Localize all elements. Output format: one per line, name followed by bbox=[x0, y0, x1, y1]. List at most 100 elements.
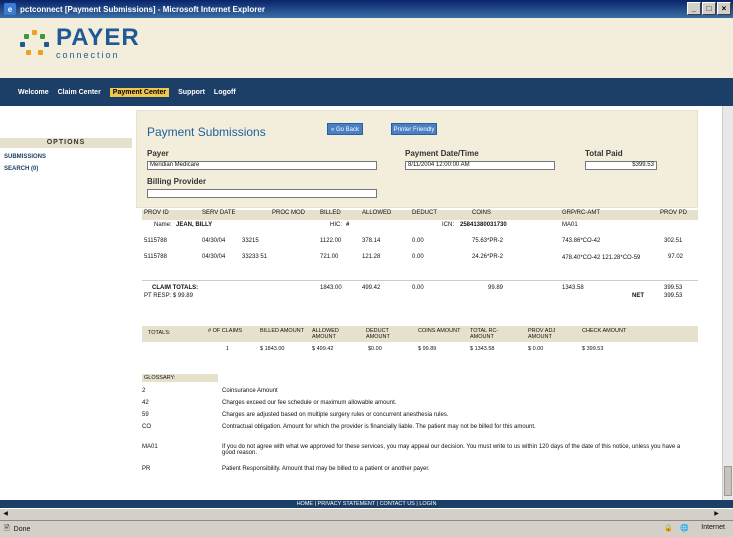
scroll-thumb[interactable] bbox=[724, 466, 732, 496]
page-done-icon: 🖹 bbox=[4, 524, 10, 532]
claims-table-header: PROV ID SERV DATE PROC MOD BILLED ALLOWE… bbox=[142, 210, 698, 220]
scroll-left-arrow-icon[interactable]: ◀ bbox=[1, 510, 10, 519]
col-check-amount: CHECK AMOUNT bbox=[582, 328, 627, 334]
icn-value: 25841380031730 bbox=[460, 222, 507, 228]
nav-welcome[interactable]: Welcome bbox=[18, 89, 49, 96]
logo-wordmark: PAYER bbox=[56, 24, 140, 51]
totals-deduct: $0.00 bbox=[368, 346, 382, 352]
claim-totals-prov-pd: 399.53 bbox=[664, 285, 683, 291]
ma-code: MA01 bbox=[562, 222, 578, 228]
cell-deduct: 0.00 bbox=[412, 238, 424, 244]
totals-table: TOTALS: # OF CLAIMS BILLED AMOUNT ALLOWE… bbox=[142, 326, 698, 360]
maximize-button[interactable]: □ bbox=[702, 2, 716, 15]
payer-field[interactable]: Meridian Medicare bbox=[147, 161, 377, 170]
payer-label: Payer bbox=[147, 149, 169, 158]
totals-num-claims: 1 bbox=[226, 346, 230, 352]
col-coins: COINS bbox=[472, 210, 492, 216]
payment-datetime-field[interactable]: 8/11/2004 12:00:00 AM bbox=[405, 161, 555, 170]
claim-totals-grp: 1343.58 bbox=[562, 285, 584, 291]
globe-icon: 🌐 bbox=[680, 525, 689, 532]
cell-grp-rc-amt: 743.86*CO-42 bbox=[562, 238, 601, 244]
col-num-claims: # OF CLAIMS bbox=[208, 328, 243, 334]
cell-coins: 24.26*PR-2 bbox=[472, 254, 504, 260]
scroll-right-arrow-icon[interactable]: ▶ bbox=[712, 510, 721, 519]
col-grp-rc-amt: GRP/RC-AMT bbox=[562, 210, 600, 216]
site-footer[interactable]: HOME | PRIVACY STATEMENT | CONTACT US | … bbox=[0, 500, 733, 508]
totals-total-rc: $ 1343.58 bbox=[470, 346, 495, 352]
nav-claim-center[interactable]: Claim Center bbox=[58, 89, 101, 96]
col-billed-amount: BILLED AMOUNT bbox=[260, 328, 305, 334]
cell-allowed: 378.14 bbox=[362, 238, 381, 244]
cell-allowed: 121.28 bbox=[362, 254, 381, 260]
name-label: Name: bbox=[154, 222, 172, 228]
claim-totals-row: CLAIM TOTALS: 1843.00 499.42 0.00 99.89 … bbox=[142, 280, 698, 303]
submission-header-panel: Payment Submissions « Go Back Printer Fr… bbox=[136, 110, 698, 208]
cell-prov-id: 5115788 bbox=[144, 254, 167, 260]
col-allowed-amount: ALLOWED AMOUNT bbox=[312, 328, 339, 340]
cell-proc-mod: 33215 bbox=[242, 238, 259, 244]
hic-label: HIC: bbox=[330, 222, 342, 228]
totals-coins: $ 99.89 bbox=[418, 346, 437, 352]
claim-totals-label: CLAIM TOTALS: bbox=[152, 285, 199, 291]
patient-name: JEAN, BILLY bbox=[176, 222, 213, 228]
totals-table-header: TOTALS: # OF CLAIMS BILLED AMOUNT ALLOWE… bbox=[142, 326, 698, 342]
main-nav: Welcome Claim Center Payment Center Supp… bbox=[0, 78, 733, 106]
cell-prov-pd: 97.02 bbox=[668, 254, 684, 260]
pt-resp: PT RESP: $ 99.89 bbox=[144, 293, 193, 299]
col-total-rc-amount: TOTAL RC-AMOUNT bbox=[470, 328, 499, 340]
horizontal-scrollbar[interactable]: ◀ ▶ bbox=[0, 508, 733, 520]
total-paid-field[interactable]: $399.53 bbox=[585, 161, 657, 170]
totals-check: $ 399.53 bbox=[582, 346, 604, 352]
total-paid-label: Total Paid bbox=[585, 149, 623, 158]
cell-proc-mod: 33233 51 bbox=[242, 254, 268, 260]
cell-coins: 75.63*PR-2 bbox=[472, 238, 504, 244]
zone-text: Internet bbox=[701, 524, 725, 531]
window-title: pctconnect [Payment Submissions] - Micro… bbox=[20, 4, 265, 14]
cell-prov-pd: 302.51 bbox=[664, 238, 683, 244]
sidebar: OPTIONS SUBMISSIONS SEARCH (0) bbox=[0, 106, 132, 500]
table-row: 5115788 04/30/04 33215 1122.00 378.14 0.… bbox=[142, 238, 698, 248]
billing-provider-field[interactable] bbox=[147, 189, 377, 198]
totals-prov-adj: $ 0.00 bbox=[528, 346, 544, 352]
col-deduct: DEDUCT bbox=[412, 210, 437, 216]
sidebar-item-search[interactable]: SEARCH (0) bbox=[4, 166, 38, 172]
col-billed: BILLED bbox=[320, 210, 341, 216]
nav-support[interactable]: Support bbox=[178, 89, 205, 96]
minimize-button[interactable]: _ bbox=[687, 2, 701, 15]
hic-value: # bbox=[346, 222, 350, 228]
totals-billed: $ 1843.00 bbox=[260, 346, 285, 352]
totals-allowed: $ 499.42 bbox=[312, 346, 334, 352]
nav-logoff[interactable]: Logoff bbox=[214, 89, 236, 96]
col-allowed: ALLOWED bbox=[362, 210, 392, 216]
close-button[interactable]: × bbox=[717, 2, 731, 15]
page-title: Payment Submissions bbox=[147, 125, 266, 139]
sidebar-item-submissions[interactable]: SUBMISSIONS bbox=[4, 154, 46, 160]
cell-grp-rc-amt: 478.40*CO-42 121.28*CO-59 bbox=[562, 255, 641, 261]
printer-friendly-button[interactable]: Printer Friendly bbox=[391, 123, 437, 135]
col-deduct-amount: DEDUCT AMOUNT bbox=[366, 328, 390, 340]
cell-prov-id: 5115788 bbox=[144, 238, 167, 244]
site-header: PAYER connection bbox=[0, 18, 733, 78]
col-proc-mod: PROC MOD bbox=[272, 210, 305, 216]
status-text: Done bbox=[13, 525, 31, 533]
claim-totals-coins: 99.89 bbox=[488, 285, 504, 291]
claim-name-row: Name: JEAN, BILLY HIC: # ICN: 2584138003… bbox=[142, 222, 698, 232]
cell-serv-date: 04/30/04 bbox=[202, 254, 226, 260]
vertical-scrollbar[interactable] bbox=[722, 106, 733, 508]
payer-connection-logo[interactable]: PAYER connection bbox=[20, 26, 140, 60]
cell-billed: 1122.00 bbox=[320, 238, 342, 244]
glossary-heading: GLOSSARY: bbox=[142, 374, 218, 382]
cell-serv-date: 04/30/04 bbox=[202, 238, 226, 244]
logo-subtitle: connection bbox=[56, 50, 120, 60]
logo-icon bbox=[20, 28, 50, 58]
main-content: Payment Submissions « Go Back Printer Fr… bbox=[136, 106, 733, 500]
claim-totals-allowed: 499.42 bbox=[362, 285, 381, 291]
cell-billed: 721.00 bbox=[320, 254, 339, 260]
net-value: 399.53 bbox=[664, 293, 683, 299]
nav-payment-center[interactable]: Payment Center bbox=[109, 87, 170, 97]
lock-icon: 🔒 bbox=[664, 525, 673, 532]
sidebar-options-heading: OPTIONS bbox=[0, 138, 132, 148]
ie-icon: e bbox=[4, 3, 16, 15]
go-back-button[interactable]: « Go Back bbox=[327, 123, 363, 135]
col-prov-adj-amount: PROV ADJ AMOUNT bbox=[528, 328, 556, 340]
